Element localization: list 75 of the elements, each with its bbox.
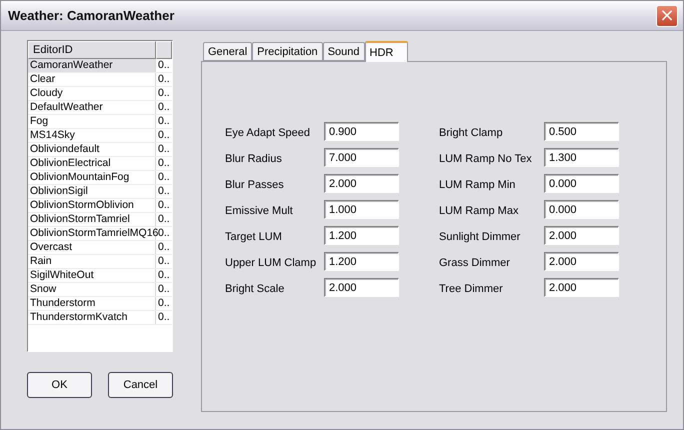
list-cell-text: 0.. <box>157 255 171 268</box>
list-cell-text: 0.. <box>158 227 171 240</box>
column-header[interactable]: EditorID <box>28 41 156 59</box>
list-item[interactable]: OblivionStormOblivion <box>28 199 156 212</box>
list-cell-text: 0.. <box>157 59 171 72</box>
input-field[interactable]: 0.000 <box>544 174 619 193</box>
list-item[interactable]: Snow <box>28 283 156 296</box>
list-cell-text: 0.. <box>157 311 171 324</box>
field-label: Grass Dimmer <box>439 256 511 269</box>
field-label: Emissive Mult <box>225 204 294 217</box>
field-label: Target LUM <box>225 230 283 243</box>
list-cell-text: 0.. <box>157 73 171 86</box>
list-cell-text: 0.. <box>157 101 171 114</box>
input-field[interactable]: 1.300 <box>544 148 619 167</box>
field-label: Blur Radius <box>225 152 283 165</box>
input-field[interactable]: 2.000 <box>544 226 619 245</box>
list-item[interactable]: Thunderstorm <box>28 297 156 310</box>
list-cell-text: 0.. <box>157 283 171 296</box>
list-item[interactable]: CamoranWeather <box>28 59 156 72</box>
field-label: Eye Adapt Speed <box>225 126 312 139</box>
list-item[interactable]: Cloudy <box>28 87 156 100</box>
list-item[interactable]: DefaultWeather <box>28 101 156 114</box>
tab[interactable]: General <box>203 42 252 61</box>
list-item[interactable]: MS14Sky <box>28 129 156 142</box>
list-cell-text: 0.. <box>157 241 171 254</box>
field-label: Tree Dimmer <box>439 282 504 295</box>
field-label: Upper LUM Clamp <box>225 256 318 269</box>
list-item[interactable]: OblivionMountainFog <box>28 171 156 184</box>
ok-button[interactable]: OK <box>27 372 92 398</box>
input-field[interactable]: 0.000 <box>544 200 619 219</box>
list-item[interactable]: ThunderstormKvatch <box>28 311 156 324</box>
window-title: Weather: CamoranWeather <box>8 8 174 23</box>
list-item[interactable]: Rain <box>28 255 156 268</box>
input-field[interactable]: 1.000 <box>324 200 399 219</box>
list-item[interactable]: OblivionStormTamrielMQ16 <box>28 227 156 240</box>
input-field[interactable]: 0.500 <box>544 122 619 141</box>
input-field[interactable]: 0.900 <box>324 122 399 141</box>
field-label: Bright Scale <box>225 282 286 295</box>
tab[interactable]: HDR <box>364 41 408 62</box>
list-cell-text: 0.. <box>157 199 171 212</box>
list-cell-text: 0.. <box>157 157 171 170</box>
input-field[interactable]: 2.000 <box>324 174 399 193</box>
list-cell-text: 0.. <box>157 213 171 226</box>
list-item[interactable]: OblivionSigil <box>28 185 156 198</box>
list-item[interactable]: Obliviondefault <box>28 143 156 156</box>
tab[interactable]: Precipitation <box>252 42 323 61</box>
list-item[interactable]: SigilWhiteOut <box>28 269 156 282</box>
list-item[interactable]: Fog <box>28 115 156 128</box>
list-cell-text: 0.. <box>157 87 171 100</box>
list-item[interactable]: Clear <box>28 73 156 86</box>
list-item[interactable]: OblivionStormTamriel <box>28 213 156 226</box>
list-cell-text: 0.. <box>157 269 171 282</box>
list-cell-text: 0.. <box>157 115 171 128</box>
input-field[interactable]: 2.000 <box>324 278 399 297</box>
list-item[interactable]: Overcast <box>28 241 156 254</box>
input-field[interactable]: 1.200 <box>324 252 399 271</box>
input-field[interactable]: 7.000 <box>324 148 399 167</box>
list-cell-text: 0.. <box>157 129 171 142</box>
field-label: Blur Passes <box>225 178 285 191</box>
cancel-button[interactable]: Cancel <box>108 372 173 398</box>
field-label: LUM Ramp Max <box>439 204 520 217</box>
input-field[interactable]: 2.000 <box>544 252 619 271</box>
input-field[interactable]: 2.000 <box>544 278 619 297</box>
field-label: LUM Ramp Min <box>439 178 516 191</box>
input-field[interactable]: 1.200 <box>324 226 399 245</box>
list-cell-text: 0.. <box>157 143 171 156</box>
field-label: Sunlight Dimmer <box>439 230 522 243</box>
list-cell-text: 0.. <box>157 185 171 198</box>
list-cell-text: 0.. <box>157 171 171 184</box>
field-label: Bright Clamp <box>439 126 504 139</box>
list-item[interactable]: OblivionElectrical <box>28 157 156 170</box>
field-label: LUM Ramp No Tex <box>439 152 533 165</box>
column-header[interactable] <box>156 41 172 59</box>
list-cell-text: 0.. <box>157 297 171 310</box>
tab[interactable]: Sound <box>322 42 364 61</box>
